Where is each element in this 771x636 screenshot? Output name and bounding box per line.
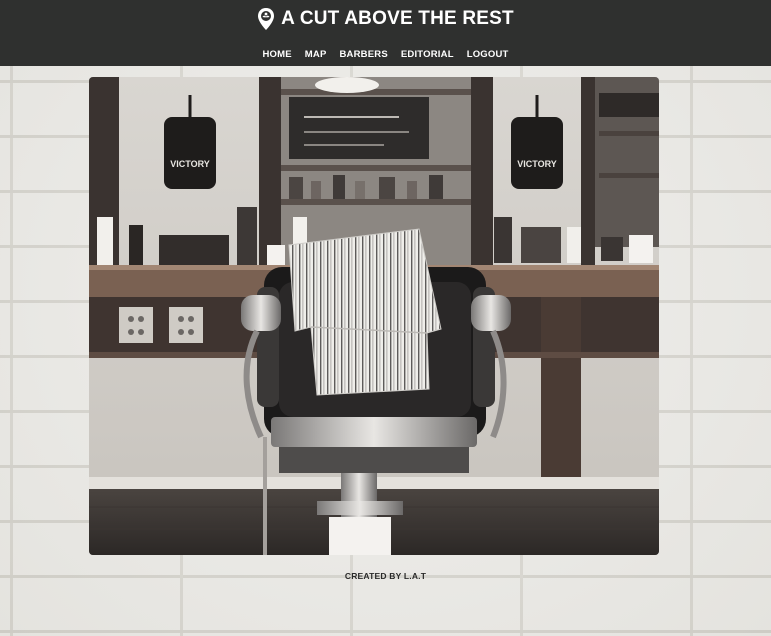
site-title: A CUT ABOVE THE REST — [281, 8, 514, 29]
nav-barbers[interactable]: BARBERS — [339, 49, 387, 60]
barbershop-hero-image: VICTORY VICTORY — [89, 77, 659, 555]
footer-credit: CREATED BY L.A.T — [344, 571, 427, 581]
site-header: A CUT ABOVE THE REST HOME MAP BARBERS ED… — [0, 0, 771, 66]
nav-editorial[interactable]: EDITORIAL — [401, 49, 454, 60]
main-nav: HOME MAP BARBERS EDITORIAL LOGOUT — [0, 49, 771, 60]
nav-logout[interactable]: LOGOUT — [467, 49, 509, 60]
map-pin-mustache-icon — [257, 7, 275, 31]
nav-map[interactable]: MAP — [305, 49, 327, 60]
victory-sign-left: VICTORY — [170, 159, 210, 169]
victory-sign-right: VICTORY — [517, 159, 557, 169]
brand[interactable]: A CUT ABOVE THE REST — [0, 7, 771, 31]
nav-home[interactable]: HOME — [262, 49, 291, 60]
